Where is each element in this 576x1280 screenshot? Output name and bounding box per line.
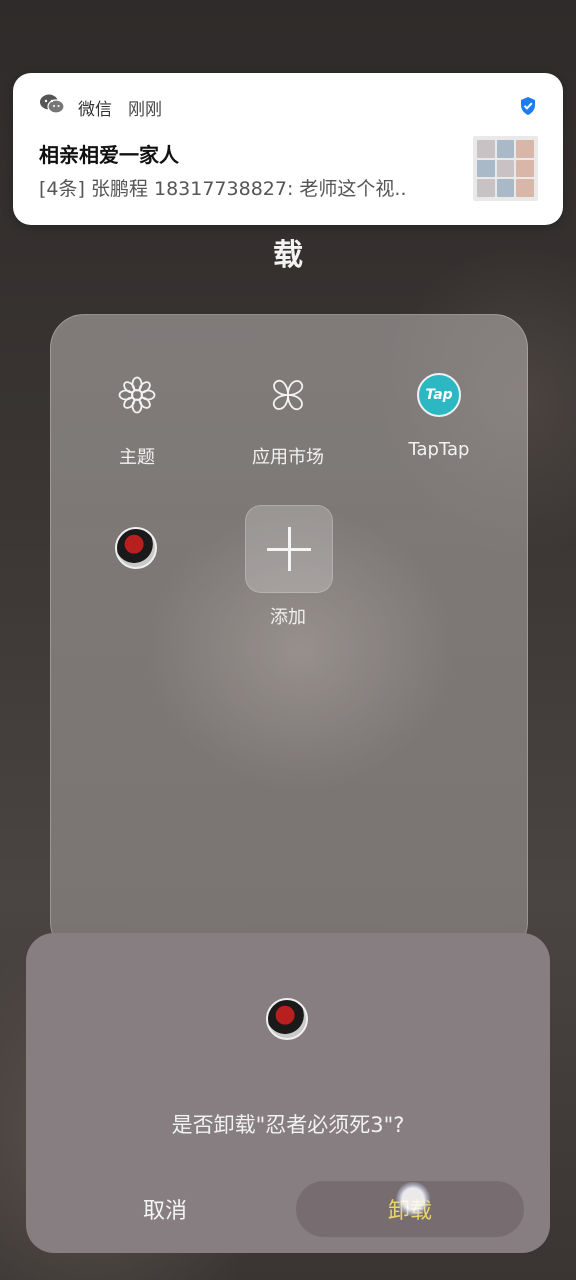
verified-shield-icon [521, 97, 535, 115]
app-label-theme: 主题 [119, 447, 155, 468]
ninja-game-icon [115, 527, 157, 569]
group-avatar-thumbnail [473, 136, 538, 201]
wechat-icon [40, 94, 65, 114]
theme-flower-icon [118, 376, 156, 414]
app-taptap[interactable]: Tap TapTap [369, 373, 509, 460]
app-market[interactable]: 应用市场 [218, 373, 358, 469]
notification-title: 相亲相爱一家人 [39, 143, 179, 167]
app-folder-panel: 主题 应用市场 Tap TapTap 添加 [50, 314, 528, 956]
notification-body: [4条] 张鹏程 18317738827: 老师这个视.. [39, 178, 407, 200]
notification-time: 刚刚 [128, 100, 162, 120]
notification-banner[interactable]: 微信 刚刚 相亲相爱一家人 [4条] 张鹏程 18317738827: 老师这个… [13, 73, 563, 225]
cancel-button[interactable]: 取消 [106, 1181, 224, 1237]
app-market-clover-icon [272, 379, 304, 411]
uninstall-dialog: 是否卸载"忍者必须死3"? 取消 卸载 [26, 933, 550, 1253]
taptap-icon: Tap [417, 373, 461, 417]
app-ninja-game[interactable] [67, 527, 207, 571]
add-app-button[interactable] [245, 505, 333, 593]
uninstall-message: 是否卸载"忍者必须死3"? [171, 1113, 405, 1137]
notification-app-name: 微信 [78, 100, 112, 120]
ninja-game-icon [266, 998, 308, 1040]
home-screen: 载 微信 刚刚 相亲相爱一家人 [4条] 张鹏程 18317738827: 老师… [0, 0, 576, 1280]
folder-title-partial: 载 [273, 238, 303, 273]
add-app-label: 添加 [270, 607, 306, 628]
touch-indicator [396, 1182, 430, 1216]
app-label-market: 应用市场 [252, 447, 324, 468]
app-theme[interactable]: 主题 [67, 373, 207, 469]
app-label-taptap: TapTap [408, 439, 470, 460]
